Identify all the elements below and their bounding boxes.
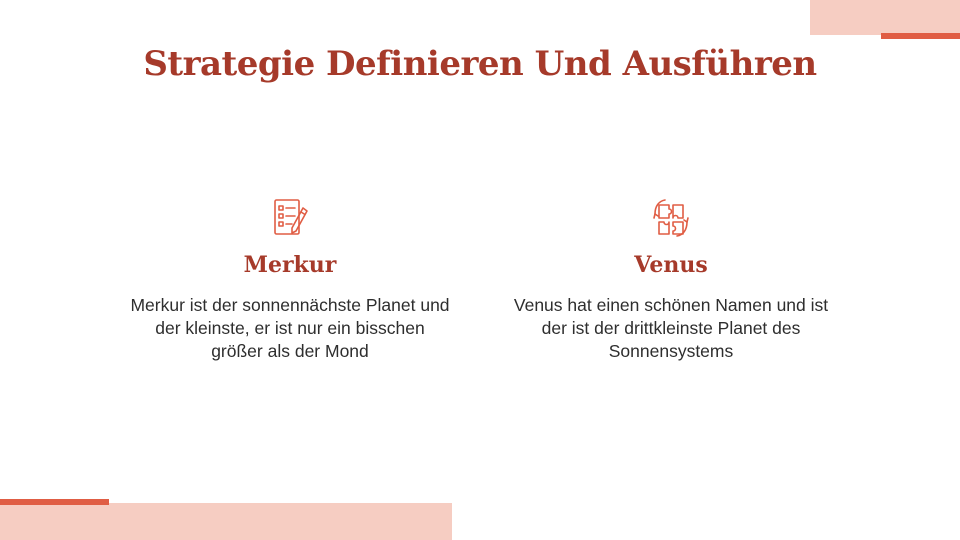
- checklist-pencil-icon: [274, 199, 308, 235]
- card-heading: Venus: [634, 252, 708, 278]
- slide-title: Strategie Definieren Und Ausführen: [143, 44, 817, 84]
- card-heading: Merkur: [243, 252, 337, 278]
- decor-line-top-right: [881, 33, 960, 39]
- card-description: Venus hat einen schönen Namen und ist de…: [513, 295, 829, 361]
- card-venus: Venus Venus hat einen schönen Namen und …: [511, 196, 831, 363]
- decor-block-bottom-left: [0, 503, 452, 540]
- card-description: Merkur ist der sonnennächste Planet und …: [130, 295, 450, 361]
- decor-block-top-right: [810, 0, 960, 35]
- puzzle-hands-icon: [653, 199, 689, 237]
- card-merkur: Merkur Merkur ist der sonnennächste Plan…: [130, 196, 450, 363]
- decor-line-bottom-left: [0, 499, 109, 505]
